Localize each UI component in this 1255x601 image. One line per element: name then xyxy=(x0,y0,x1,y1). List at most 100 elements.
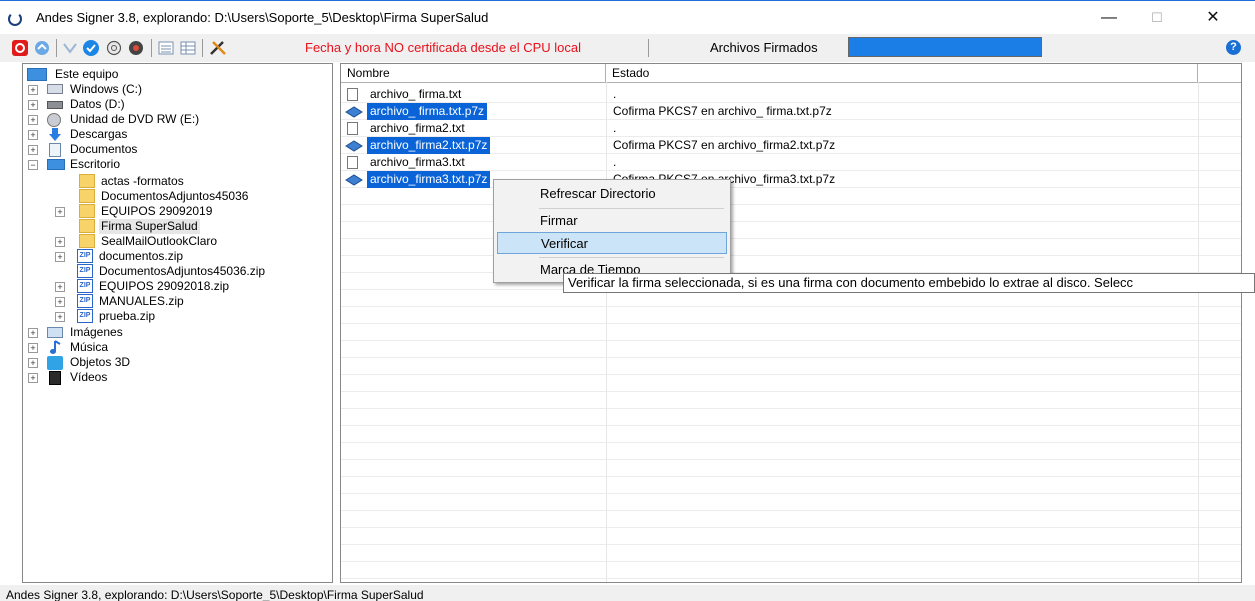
download-arrow-icon xyxy=(47,127,63,143)
signed-files-progress xyxy=(848,37,1042,57)
expand-icon[interactable]: + xyxy=(28,85,38,95)
toolbar-separator xyxy=(648,39,649,57)
grid-line xyxy=(341,323,1241,324)
zip-icon: ZIP xyxy=(77,264,93,278)
power-icon[interactable] xyxy=(12,40,28,56)
toolbar-separator xyxy=(56,39,57,57)
expand-icon[interactable]: + xyxy=(28,328,38,338)
grid-line xyxy=(341,204,1241,205)
status-bar: Andes Signer 3.8, explorando: D:\Users\S… xyxy=(0,585,1255,601)
grid-line xyxy=(341,238,1241,239)
list-item[interactable]: archivo_firma2.txt . xyxy=(341,120,1231,137)
zip-icon: ZIP xyxy=(77,309,93,323)
expand-icon[interactable]: + xyxy=(28,343,38,353)
verify-check-icon[interactable] xyxy=(83,40,99,56)
grid-line xyxy=(341,561,1241,562)
refresh-sign-icon[interactable] xyxy=(34,40,50,56)
signed-files-label: Archivos Firmados xyxy=(710,40,818,55)
expand-icon[interactable]: + xyxy=(55,297,65,307)
globe-icon[interactable] xyxy=(106,40,122,56)
file-status: . xyxy=(613,87,617,101)
expand-icon[interactable]: + xyxy=(55,312,65,322)
dvd-drive-icon xyxy=(47,113,61,127)
collapse-icon[interactable]: − xyxy=(28,160,38,170)
grid-line xyxy=(341,425,1241,426)
disk-icon[interactable] xyxy=(128,40,144,56)
list-item[interactable]: archivo_ firma.txt . xyxy=(341,86,1231,103)
toolbar-separator xyxy=(151,39,152,57)
sign-pen-icon[interactable] xyxy=(62,40,78,56)
tools-icon[interactable] xyxy=(209,40,226,56)
file-name: archivo_firma3.txt.p7z xyxy=(367,171,491,188)
grid-line xyxy=(341,476,1241,477)
expand-icon[interactable]: + xyxy=(28,373,38,383)
file-status: . xyxy=(613,155,617,169)
title-bar: Andes Signer 3.8, explorando: D:\Users\S… xyxy=(0,0,1255,34)
toolbar: Fecha y hora NO certificada desde el CPU… xyxy=(0,34,1255,62)
verify-tooltip: Verificar la firma seleccionada, si es u… xyxy=(563,273,1255,293)
expand-icon[interactable]: + xyxy=(28,115,38,125)
expand-icon[interactable]: + xyxy=(28,100,38,110)
expand-icon[interactable]: + xyxy=(28,145,38,155)
grid-line xyxy=(341,544,1241,545)
document-icon xyxy=(49,143,61,157)
zip-icon: ZIP xyxy=(77,279,93,293)
expand-icon[interactable]: + xyxy=(28,358,38,368)
details-view-icon[interactable] xyxy=(180,40,196,56)
grid-line xyxy=(341,527,1241,528)
maximize-button[interactable]: ☐ xyxy=(1134,5,1180,31)
list-view-icon[interactable] xyxy=(158,40,174,56)
list-item[interactable]: archivo_firma2.txt.p7z Cofirma PKCS7 en … xyxy=(341,137,1231,154)
folder-icon xyxy=(79,189,95,203)
file-status: Cofirma PKCS7 en archivo_ firma.txt.p7z xyxy=(613,104,832,118)
text-file-icon xyxy=(347,88,358,101)
menu-separator xyxy=(539,208,724,209)
minimize-button[interactable]: — xyxy=(1086,5,1132,31)
app-icon xyxy=(8,12,22,26)
grid-line xyxy=(341,374,1241,375)
grid-line xyxy=(341,459,1241,460)
folder-icon xyxy=(79,174,95,188)
grid-line xyxy=(341,255,1241,256)
file-status: . xyxy=(613,121,617,135)
expand-icon[interactable]: + xyxy=(55,252,65,262)
help-icon[interactable]: ? xyxy=(1226,40,1241,55)
pictures-icon xyxy=(47,327,63,338)
folder-icon xyxy=(79,219,95,233)
folder-icon xyxy=(79,204,95,218)
expand-icon[interactable]: + xyxy=(28,130,38,140)
text-file-icon xyxy=(347,156,358,169)
text-file-icon xyxy=(347,122,358,135)
expand-icon[interactable]: + xyxy=(55,282,65,292)
grid-line xyxy=(341,391,1241,392)
computer-icon xyxy=(27,68,47,81)
grid-line xyxy=(341,493,1241,494)
list-item[interactable]: archivo_firma3.txt.p7z Cofirma PKCS7 en … xyxy=(341,171,1231,188)
list-item[interactable]: archivo_ firma.txt.p7z Cofirma PKCS7 en … xyxy=(341,103,1231,120)
expand-icon[interactable]: + xyxy=(55,207,65,217)
folder-tree[interactable]: Este equipo + Windows (C:) + Datos (D:) … xyxy=(22,63,333,583)
status-text: Andes Signer 3.8, explorando: D:\Users\S… xyxy=(6,588,424,601)
menu-item-verificar[interactable]: Verificar xyxy=(497,232,727,254)
menu-item-refrescar-directorio[interactable]: Refrescar Directorio xyxy=(497,183,727,205)
signed-file-icon xyxy=(345,174,363,186)
menu-item-firmar[interactable]: Firmar xyxy=(497,210,727,232)
file-status: Cofirma PKCS7 en archivo_firma2.txt.p7z xyxy=(613,138,836,152)
grid-line xyxy=(341,340,1241,341)
column-header-estado[interactable]: Estado xyxy=(606,64,1198,82)
close-button[interactable]: ✕ xyxy=(1190,5,1236,31)
desktop-icon xyxy=(47,159,65,170)
grid-line xyxy=(341,510,1241,511)
column-header-nombre[interactable]: Nombre xyxy=(341,64,606,82)
file-name: archivo_firma2.txt xyxy=(370,121,465,135)
grid-line xyxy=(341,408,1241,409)
expand-icon[interactable]: + xyxy=(55,237,65,247)
list-item[interactable]: archivo_firma3.txt . xyxy=(341,154,1231,171)
file-name: archivo_ firma.txt.p7z xyxy=(367,103,488,120)
grid-line xyxy=(341,357,1241,358)
drive-icon xyxy=(47,101,63,109)
signed-file-icon xyxy=(345,106,363,118)
grid-line xyxy=(341,221,1241,222)
file-name: archivo_firma2.txt.p7z xyxy=(367,137,491,154)
file-list[interactable]: Nombre Estado archivo_ firma.txt . archi… xyxy=(340,63,1242,583)
